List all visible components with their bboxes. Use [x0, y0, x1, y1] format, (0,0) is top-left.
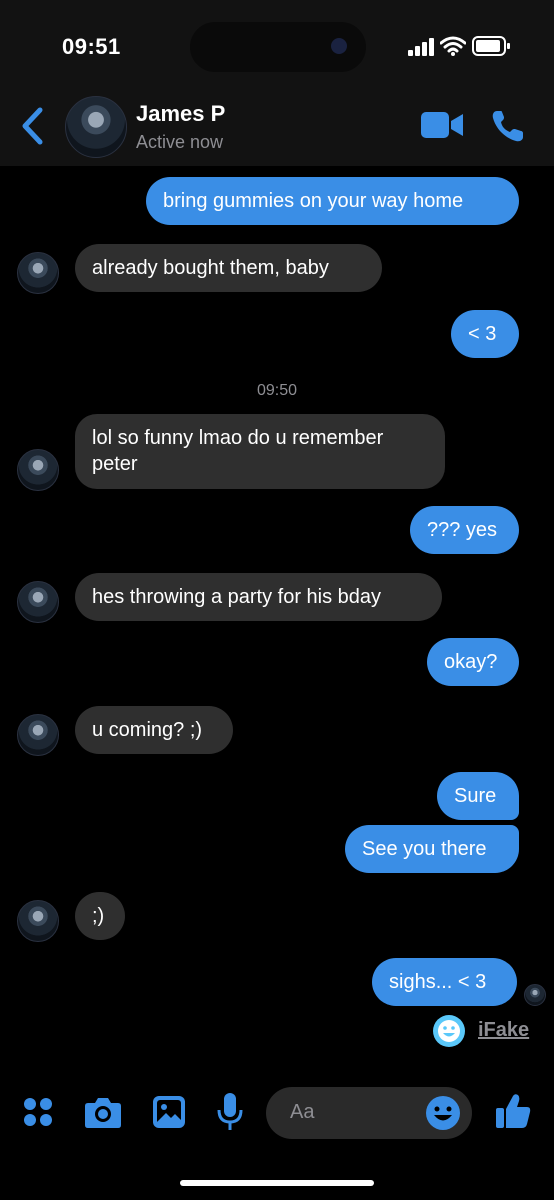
message-outgoing[interactable]: < 3 [451, 310, 519, 358]
gallery-icon[interactable] [152, 1095, 186, 1129]
message-incoming[interactable]: hes throwing a party for his bday [75, 573, 442, 621]
island-camera-dot [331, 38, 347, 54]
message-incoming[interactable]: lol so funny lmao do u remember peter [75, 414, 445, 489]
contact-status: Active now [136, 132, 224, 152]
message-line: peter [92, 453, 138, 475]
emoji-icon[interactable] [425, 1095, 461, 1131]
message-outgoing[interactable]: Sure [437, 772, 519, 820]
message-outgoing[interactable]: ??? yes [410, 506, 519, 554]
message-outgoing[interactable]: See you there [345, 825, 519, 873]
message-incoming[interactable]: already bought them, baby [75, 244, 382, 292]
sender-avatar [17, 252, 59, 294]
battery-icon [472, 36, 510, 56]
message-outgoing[interactable]: okay? [427, 638, 519, 686]
back-chevron-icon[interactable] [18, 104, 48, 148]
home-indicator[interactable] [180, 1180, 374, 1186]
sender-avatar [17, 714, 59, 756]
message-incoming[interactable]: u coming? ;) [75, 706, 233, 754]
message-line: lol so funny lmao do u remember [92, 427, 384, 449]
message-input-placeholder: Aa [290, 1101, 315, 1123]
contact-name[interactable]: James P [136, 101, 225, 127]
signal-icon [408, 38, 434, 56]
ifake-logo-icon [433, 1015, 465, 1047]
seen-receipt-avatar [524, 984, 546, 1006]
sender-avatar [17, 449, 59, 491]
thumbs-up-icon[interactable] [494, 1092, 532, 1130]
video-call-icon[interactable] [421, 110, 463, 140]
sender-avatar [17, 900, 59, 942]
phone-icon[interactable] [490, 108, 526, 144]
ifake-watermark: iFake [478, 1019, 530, 1041]
message-outgoing[interactable]: sighs... < 3 [372, 958, 517, 1006]
sender-avatar [17, 581, 59, 623]
message-incoming[interactable]: ;) [75, 892, 125, 940]
apps-grid-icon[interactable] [22, 1096, 54, 1128]
message-outgoing[interactable]: bring gummies on your way home [146, 177, 519, 225]
microphone-icon[interactable] [216, 1092, 244, 1132]
wifi-icon [440, 36, 466, 56]
message-timestamp: 09:50 [256, 382, 298, 399]
status-time: 09:51 [62, 34, 121, 59]
contact-avatar[interactable] [65, 96, 127, 158]
camera-icon[interactable] [84, 1094, 122, 1130]
